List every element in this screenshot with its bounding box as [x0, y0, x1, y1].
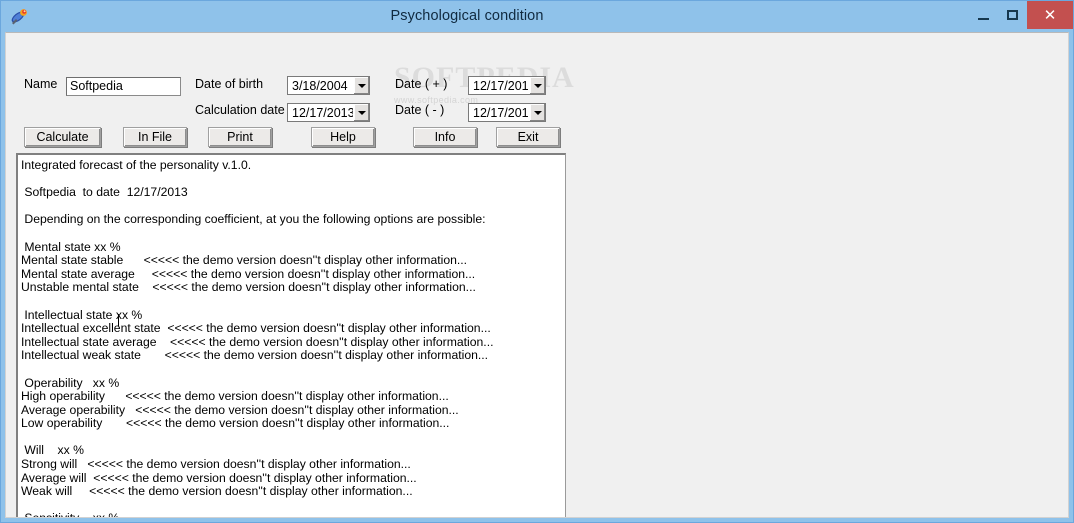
output-line: Unstable mental state <<<<< the demo ver…: [21, 280, 476, 295]
date-of-birth-value: 3/18/2004: [292, 78, 348, 93]
window-controls: ✕: [969, 1, 1073, 29]
output-line: Average will <<<<< the demo version does…: [21, 470, 417, 485]
print-button[interactable]: Print: [208, 127, 272, 147]
output-line: Integrated forecast of the personality v…: [21, 158, 252, 172]
output-line: Will xx %: [21, 443, 84, 458]
maximize-button[interactable]: [998, 1, 1027, 29]
minimize-icon: [978, 17, 989, 20]
calculate-button[interactable]: Calculate: [24, 127, 101, 147]
date-plus-label: Date ( + ): [395, 77, 448, 91]
date-minus-label: Date ( - ): [395, 103, 445, 117]
date-plus-combo[interactable]: 12/17/2013: [468, 76, 546, 95]
output-line: Intellectual state average <<<<< the dem…: [21, 334, 494, 349]
output-line: Mental state stable <<<<< the demo versi…: [21, 253, 468, 268]
chevron-down-icon[interactable]: [529, 77, 545, 94]
calculation-date-label: Calculation date: [195, 103, 285, 117]
output-line: Low operability <<<<< the demo version d…: [21, 416, 450, 431]
in-file-button[interactable]: In File: [123, 127, 187, 147]
output-line: Softpedia to date 12/17/2013: [21, 185, 188, 200]
name-input[interactable]: Softpedia: [66, 77, 181, 96]
output-line: Operability xx %: [21, 375, 120, 390]
chevron-down-icon[interactable]: [353, 77, 369, 94]
chevron-down-icon[interactable]: [353, 104, 369, 121]
output-line: Average operability <<<<< the demo versi…: [21, 402, 459, 417]
minimize-button[interactable]: [969, 1, 998, 29]
info-button[interactable]: Info: [413, 127, 477, 147]
close-icon: ✕: [1043, 6, 1057, 24]
chevron-down-icon[interactable]: [529, 104, 545, 121]
client-area: SOFTPEDIA www.softpedia.com Name Softped…: [5, 32, 1069, 518]
output-line: High operability <<<<< the demo version …: [21, 389, 449, 404]
calculation-date-value: 12/17/2013: [292, 105, 353, 120]
text-caret: [118, 314, 119, 326]
output-line: Depending on the corresponding coefficie…: [21, 212, 486, 227]
calculation-date-combo[interactable]: 12/17/2013: [287, 103, 370, 122]
output-line: Intellectual state xx %: [21, 307, 143, 322]
output-line: Sensitivity xx %: [21, 512, 563, 517]
output-line: Mental state average <<<<< the demo vers…: [21, 266, 476, 281]
date-plus-value: 12/17/2013: [473, 78, 529, 93]
title-bar[interactable]: Psychological condition ✕: [1, 1, 1073, 32]
application-window: Psychological condition ✕ SOFTPEDIA www.…: [0, 0, 1074, 523]
maximize-icon: [1007, 10, 1018, 20]
date-minus-value: 12/17/2013: [473, 105, 529, 120]
window-title: Psychological condition: [390, 8, 544, 24]
date-minus-combo[interactable]: 12/17/2013: [468, 103, 546, 122]
exit-button[interactable]: Exit: [496, 127, 560, 147]
date-of-birth-label: Date of birth: [195, 77, 264, 91]
forecast-output-textarea[interactable]: Integrated forecast of the personality v…: [16, 153, 566, 517]
output-line: Mental state xx %: [21, 239, 121, 254]
date-of-birth-combo[interactable]: 3/18/2004: [287, 76, 370, 95]
output-line: Intellectual weak state <<<<< the demo v…: [21, 348, 489, 363]
output-line: Strong will <<<<< the demo version doesn…: [21, 457, 411, 472]
name-label: Name: [24, 77, 58, 91]
help-button[interactable]: Help: [311, 127, 375, 147]
close-button[interactable]: ✕: [1027, 1, 1073, 29]
output-line: Weak will <<<<< the demo version doesn''…: [21, 484, 413, 499]
output-line: Intellectual excellent state <<<<< the d…: [21, 321, 491, 336]
